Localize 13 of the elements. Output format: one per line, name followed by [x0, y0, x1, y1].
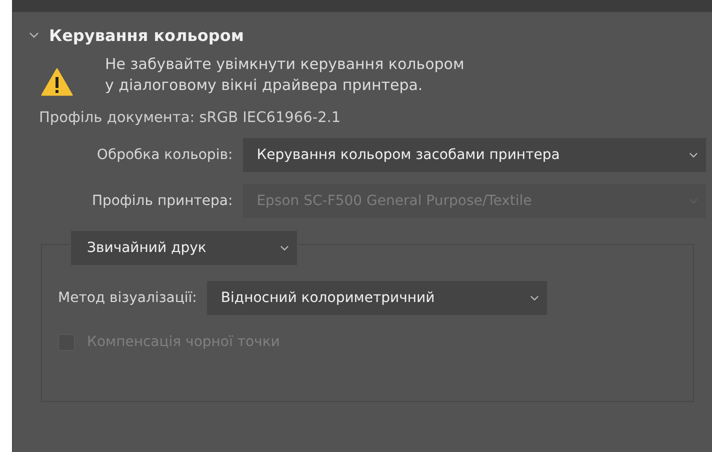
- warning-icon: [41, 68, 73, 96]
- field-label: Метод візуалізації:: [58, 290, 197, 306]
- dropdown[interactable]: Відносний колориметричний: [206, 281, 547, 315]
- document-profile: Профіль документа: sRGB IEC61966-2.1: [39, 110, 342, 126]
- chevron-down-icon: [689, 152, 698, 158]
- warning-text: Не забувайте увімкнути керування кольором у діалоговому вікні драйвера принтера.: [105, 54, 464, 96]
- field-label: Профіль принтера:: [90, 193, 234, 209]
- field-label: Обробка кольорів:: [96, 147, 234, 163]
- dropdown[interactable]: Звичайний друк: [71, 231, 297, 265]
- chevron-down-icon: [280, 245, 289, 251]
- chevron-down-icon: [530, 295, 539, 301]
- dropdown[interactable]: Керування кольором засобами принтера: [242, 138, 706, 172]
- section-title[interactable]: Керування кольором: [49, 26, 244, 44]
